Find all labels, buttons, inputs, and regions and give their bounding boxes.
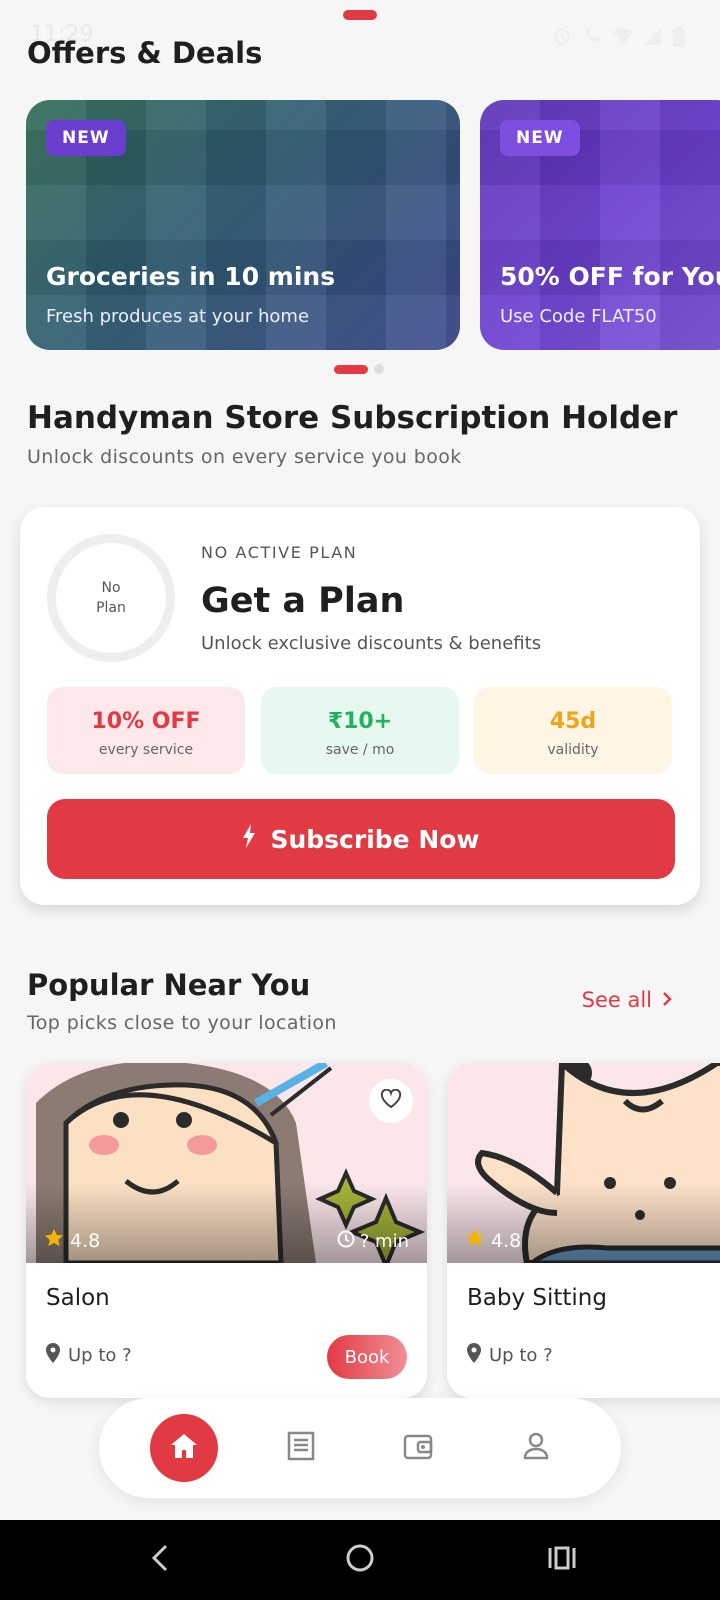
sheet-handle[interactable] bbox=[343, 10, 377, 20]
offer-badge: NEW bbox=[500, 120, 580, 156]
plan-ring-label: No Plan bbox=[91, 578, 131, 618]
book-button[interactable]: Book bbox=[327, 1335, 407, 1379]
offer-badge: NEW bbox=[46, 120, 126, 156]
stat-label: save / mo bbox=[325, 742, 395, 758]
plan-status: NO ACTIVE PLAN bbox=[201, 543, 358, 562]
alarm-icon bbox=[552, 26, 572, 46]
chevron-right-icon bbox=[662, 988, 672, 1012]
offers-title: Offers & Deals bbox=[27, 36, 263, 70]
service-card-salon[interactable]: 4.8 ? min Salon Up to ? Book bbox=[26, 1063, 427, 1398]
service-location: Up to ? bbox=[467, 1343, 553, 1368]
plan-description: Unlock exclusive discounts & benefits bbox=[201, 633, 542, 654]
plan-ring: No Plan bbox=[47, 534, 175, 662]
stat-value: ₹10+ bbox=[327, 709, 393, 734]
heart-icon bbox=[380, 1088, 402, 1113]
wifi-call-icon bbox=[582, 26, 602, 46]
nav-wallet[interactable] bbox=[384, 1414, 452, 1482]
subscription-caption: Unlock discounts on every service you bo… bbox=[27, 446, 462, 468]
offer-title: 50% OFF for Your bbox=[500, 262, 720, 291]
offer-card-groceries[interactable]: NEW Groceries in 10 mins Fresh produces … bbox=[26, 100, 460, 350]
service-name: Salon bbox=[46, 1285, 110, 1311]
star-icon bbox=[44, 1228, 64, 1253]
clock-icon bbox=[337, 1230, 355, 1253]
lightning-icon bbox=[242, 824, 256, 854]
wallet-icon bbox=[402, 1431, 434, 1465]
recents-button[interactable] bbox=[542, 1542, 582, 1578]
popular-title: Popular Near You bbox=[27, 968, 311, 1002]
home-icon bbox=[169, 1432, 199, 1464]
service-card-baby-sitting[interactable]: 4.8 Baby Sitting Up to ? bbox=[447, 1063, 720, 1398]
plan-card: No Plan NO ACTIVE PLAN Get a Plan Unlock … bbox=[20, 507, 700, 905]
offer-title: Groceries in 10 mins bbox=[46, 262, 336, 291]
bottom-nav bbox=[99, 1398, 621, 1498]
stat-validity: 45d validity bbox=[474, 687, 672, 774]
stat-label: every service bbox=[98, 742, 194, 758]
plan-ring-label-line1: No bbox=[101, 580, 121, 596]
see-all-link[interactable]: See all bbox=[582, 988, 672, 1012]
subscription-title: Handyman Store Subscription Holder bbox=[27, 400, 678, 436]
stat-savings: ₹10+ save / mo bbox=[261, 687, 459, 774]
circle-home-icon bbox=[345, 1543, 375, 1577]
location-pin-icon bbox=[46, 1343, 60, 1368]
stat-value: 10% OFF bbox=[91, 709, 201, 734]
favorite-button[interactable] bbox=[369, 1079, 413, 1123]
carousel-dot[interactable] bbox=[374, 364, 384, 374]
profile-icon bbox=[521, 1431, 551, 1465]
stat-label: validity bbox=[547, 742, 599, 758]
subscribe-button-label: Subscribe Now bbox=[270, 824, 480, 854]
service-rating: 4.8 bbox=[465, 1228, 521, 1253]
plan-heading: Get a Plan bbox=[201, 581, 405, 621]
back-button[interactable] bbox=[140, 1542, 180, 1578]
battery-icon bbox=[672, 26, 692, 47]
stat-discount: 10% OFF every service bbox=[47, 687, 245, 774]
nav-home[interactable] bbox=[150, 1414, 218, 1482]
service-name: Baby Sitting bbox=[467, 1285, 607, 1311]
popular-caption: Top picks close to your location bbox=[27, 1012, 337, 1034]
rating-value: 4.8 bbox=[491, 1229, 522, 1252]
service-location: Up to ? bbox=[46, 1343, 132, 1368]
carousel-dot-active[interactable] bbox=[334, 364, 368, 374]
time-value: ? min bbox=[359, 1231, 409, 1252]
location-text: Up to ? bbox=[68, 1345, 132, 1366]
orders-icon bbox=[286, 1431, 316, 1465]
see-all-label: See all bbox=[581, 988, 652, 1012]
rating-value: 4.8 bbox=[70, 1229, 101, 1252]
wifi-icon bbox=[612, 26, 633, 46]
plan-ring-label-line2: Plan bbox=[96, 600, 126, 616]
signal-icon bbox=[642, 26, 662, 46]
system-nav-bar bbox=[0, 1520, 720, 1600]
location-pin-icon bbox=[467, 1343, 481, 1368]
nav-profile[interactable] bbox=[502, 1414, 570, 1482]
status-icons bbox=[552, 26, 692, 47]
offer-card-discount[interactable]: NEW 50% OFF for Your Use Code FLAT50 bbox=[480, 100, 720, 350]
service-rating: 4.8 bbox=[44, 1228, 100, 1253]
subscribe-now-button[interactable]: Subscribe Now bbox=[47, 799, 675, 879]
stat-value: 45d bbox=[549, 709, 597, 734]
offer-subtitle: Fresh produces at your home bbox=[46, 306, 310, 327]
location-text: Up to ? bbox=[489, 1345, 553, 1366]
carousel-indicator bbox=[334, 364, 384, 374]
nav-orders[interactable] bbox=[267, 1414, 335, 1482]
service-time: ? min bbox=[337, 1230, 409, 1253]
recents-icon bbox=[547, 1545, 577, 1575]
star-icon bbox=[465, 1228, 485, 1253]
back-icon bbox=[150, 1543, 170, 1577]
home-system-button[interactable] bbox=[340, 1542, 380, 1578]
offer-subtitle: Use Code FLAT50 bbox=[500, 306, 657, 327]
